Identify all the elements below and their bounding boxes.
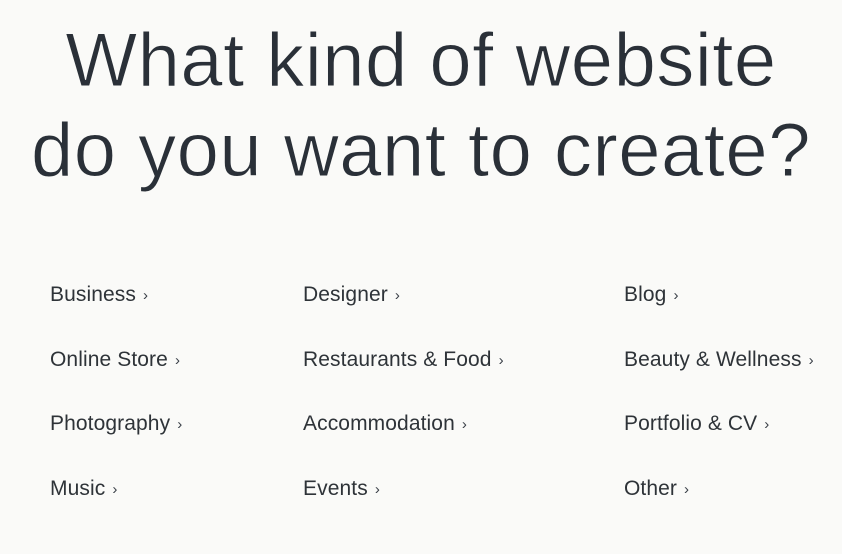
category-link-label: Music (50, 476, 106, 500)
category-link-label: Photography (50, 412, 171, 435)
category-link-events[interactable]: Events › (303, 477, 380, 501)
category-link-label: Accommodation (303, 412, 455, 435)
category-link-label: Blog (624, 283, 667, 306)
chevron-right-icon: › (143, 287, 149, 304)
category-link-portfolio-and-cv[interactable]: Portfolio & CV › (624, 412, 769, 436)
chevron-right-icon: › (684, 480, 690, 498)
category-link-label: Events (303, 476, 368, 500)
category-link-photography[interactable]: Photography › (50, 412, 182, 436)
category-link-label: Online Store (50, 347, 168, 371)
page-title-line-1: What kind of website (65, 18, 777, 104)
chevron-right-icon: › (112, 480, 118, 498)
chevron-right-icon: › (673, 287, 679, 304)
category-link-label: Portfolio & CV (624, 412, 758, 435)
category-link-accommodation[interactable]: Accommodation › (303, 412, 467, 436)
category-link-music[interactable]: Music › (50, 477, 117, 501)
category-link-online-store[interactable]: Online Store › (50, 348, 180, 372)
chevron-right-icon: › (461, 416, 467, 433)
chevron-right-icon: › (177, 416, 183, 433)
chevron-right-icon: › (174, 351, 181, 369)
category-link-label: Restaurants & Food (303, 347, 492, 371)
category-link-label: Business (50, 283, 137, 306)
category-link-label: Other (624, 476, 678, 500)
category-link-business[interactable]: Business › (50, 283, 148, 307)
category-link-blog[interactable]: Blog › (624, 283, 679, 307)
page-title: What kind of website do you want to crea… (0, 0, 842, 198)
chevron-right-icon: › (764, 416, 770, 433)
category-link-restaurants-and-food[interactable]: Restaurants & Food › (303, 348, 504, 372)
page-title-line-2: do you want to create? (31, 108, 811, 194)
category-grid: Business › Designer › Blog › Online Stor… (50, 283, 814, 541)
category-link-designer[interactable]: Designer › (303, 283, 400, 307)
chevron-right-icon: › (394, 287, 400, 304)
chevron-right-icon: › (808, 351, 814, 369)
category-link-other[interactable]: Other › (624, 477, 689, 501)
category-link-label: Beauty & Wellness (624, 347, 802, 371)
page-root: What kind of website do you want to crea… (0, 0, 842, 554)
chevron-right-icon: › (374, 480, 380, 498)
category-link-beauty-and-wellness[interactable]: Beauty & Wellness › (624, 348, 814, 372)
category-link-label: Designer (303, 283, 388, 306)
chevron-right-icon: › (498, 351, 504, 369)
